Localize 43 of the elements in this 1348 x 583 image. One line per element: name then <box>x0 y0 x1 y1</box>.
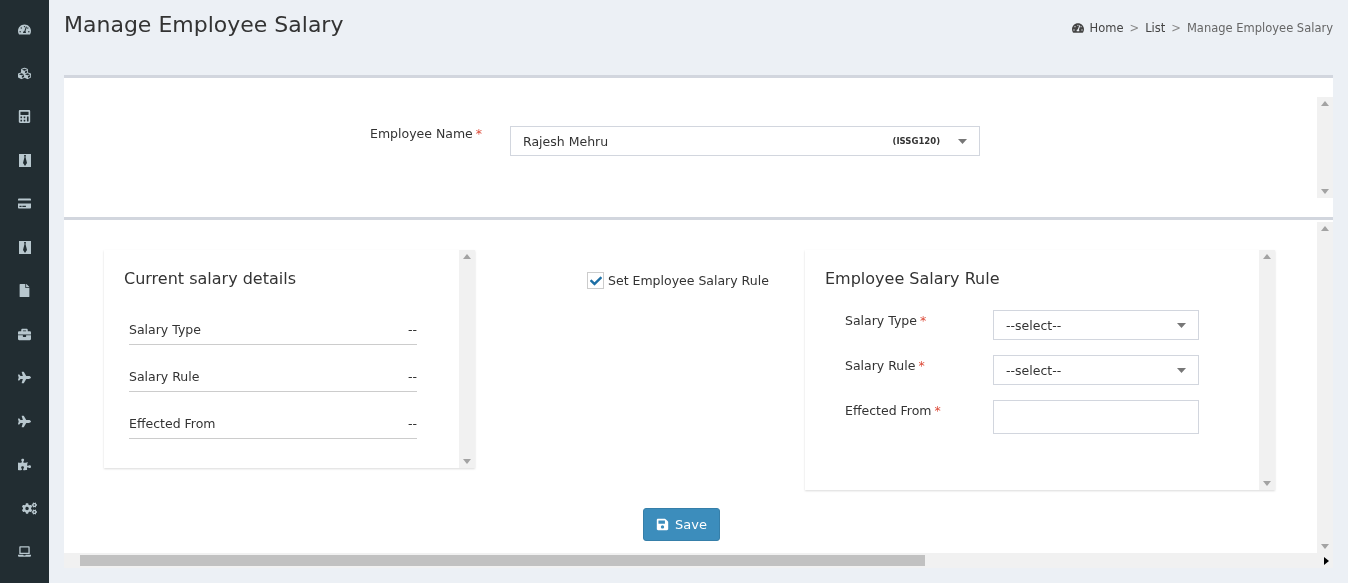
airplane-icon[interactable] <box>18 414 31 428</box>
cubes-icon[interactable] <box>18 66 31 80</box>
panel-title: Current salary details <box>124 269 297 288</box>
file-icon[interactable] <box>18 284 31 298</box>
caret-icon <box>1177 367 1186 373</box>
panel-title: Employee Salary Rule <box>825 269 1001 288</box>
detail-label: Salary Type <box>129 322 201 337</box>
puzzle-icon[interactable] <box>18 458 31 472</box>
field-label: Salary Type * <box>844 312 928 328</box>
credit-card-icon[interactable] <box>18 197 31 211</box>
field-label: Employee Name * <box>370 126 482 141</box>
caret-icon <box>958 138 967 144</box>
scroll-right-icon[interactable] <box>1324 556 1329 565</box>
save-button[interactable]: Save <box>643 508 720 541</box>
caret-icon <box>1177 322 1186 328</box>
detail-value: -- <box>407 322 417 337</box>
detail-value: -- <box>407 369 417 384</box>
page-title: Manage Employee Salary <box>64 12 344 37</box>
detail-label: Effected From <box>129 416 216 431</box>
checkbox[interactable] <box>587 272 604 289</box>
horizontal-scrollbar[interactable] <box>64 553 1333 568</box>
breadcrumb-separator: > <box>1129 21 1140 35</box>
briefcase-icon[interactable] <box>18 327 31 341</box>
checkbox-label: Set Employee Salary Rule <box>608 273 769 288</box>
field-label: Salary Rule * <box>844 357 926 373</box>
calculator-icon[interactable] <box>18 110 31 124</box>
airplane-icon[interactable] <box>18 371 31 385</box>
select-field[interactable]: --select-- <box>993 310 1199 340</box>
employee-select[interactable]: Rajesh Mehru (ISSG120) <box>510 126 980 156</box>
laptop-icon[interactable] <box>18 545 31 559</box>
tie-icon[interactable] <box>18 240 31 254</box>
gears-icon[interactable] <box>22 500 37 516</box>
detail-value: -- <box>407 416 417 431</box>
detail-label: Salary Rule <box>129 369 200 384</box>
dashboard-icon[interactable] <box>18 23 31 37</box>
field-label: Effected From * <box>844 402 942 418</box>
save-icon <box>656 518 669 531</box>
tie-icon[interactable] <box>18 153 31 167</box>
breadcrumb-link[interactable]: Home <box>1089 21 1124 35</box>
breadcrumb-link[interactable]: List <box>1145 21 1166 35</box>
breadcrumb-separator: > <box>1171 21 1181 35</box>
input-field[interactable] <box>993 400 1199 434</box>
select-field[interactable]: --select-- <box>993 355 1199 385</box>
